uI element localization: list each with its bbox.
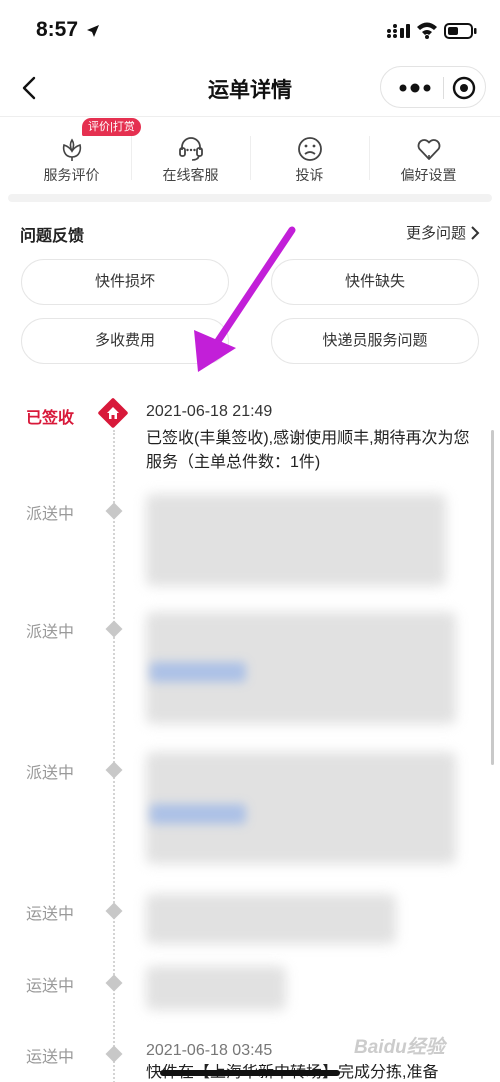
timeline-status: 运送中 xyxy=(26,1049,75,1066)
watermark: Baidu经验 xyxy=(354,1037,445,1058)
timeline-node xyxy=(105,620,123,638)
home-delivered-icon xyxy=(98,398,128,428)
blurred-link xyxy=(150,804,246,824)
scrollbar[interactable] xyxy=(491,430,494,765)
event-time: 2021-06-18 21:49 xyxy=(146,403,273,420)
service-rating-button[interactable]: 评价|打赏 服务评价 xyxy=(12,118,141,192)
home-indicator xyxy=(160,1070,340,1076)
headset-icon xyxy=(178,137,203,161)
annotation-arrow xyxy=(194,226,296,372)
more-icon[interactable] xyxy=(395,75,435,101)
timeline-status: 派送中 xyxy=(26,765,75,782)
battery-icon xyxy=(444,23,477,39)
more-questions-link[interactable]: 更多问题 xyxy=(406,222,480,243)
service-label: 投诉 xyxy=(295,167,324,183)
service-label: 服务评价 xyxy=(43,167,100,183)
section-divider xyxy=(8,194,492,202)
status-time: 8:57 xyxy=(36,18,79,41)
timeline-node xyxy=(105,761,123,779)
timeline-status: 派送中 xyxy=(26,624,75,641)
timeline-node xyxy=(105,974,123,992)
event-description: 已签收(丰巢签收),感谢使用顺丰,期待再次为您服务（主单总件数：1件) xyxy=(146,430,470,471)
blurred-event xyxy=(146,894,396,944)
service-bar: 评价|打赏 服务评价 在线客服 投诉 偏好设置 xyxy=(12,118,488,192)
cellular-signal-icon xyxy=(387,24,410,38)
complaint-button[interactable]: 投诉 xyxy=(250,118,369,192)
location-arrow-icon xyxy=(87,25,99,37)
timeline-node xyxy=(105,1045,123,1063)
blurred-link xyxy=(150,662,246,682)
status-bar: 8:57 xyxy=(0,0,500,60)
timeline-status: 已签收 xyxy=(26,410,75,427)
preference-settings-button[interactable]: 偏好设置 xyxy=(369,118,488,192)
blurred-event xyxy=(146,494,446,586)
sad-face-icon xyxy=(297,137,322,161)
timeline-node xyxy=(105,502,123,520)
capsule-divider xyxy=(443,77,444,99)
more-questions-label: 更多问题 xyxy=(405,225,466,242)
timeline-node xyxy=(105,902,123,920)
feedback-title: 问题反馈 xyxy=(20,228,85,245)
close-mini-program-icon[interactable] xyxy=(451,75,477,101)
navigation-bar: 运单详情 xyxy=(0,60,500,116)
nav-divider xyxy=(0,116,500,117)
blurred-event xyxy=(146,966,286,1010)
mini-program-capsule xyxy=(380,66,486,108)
timeline-status: 派送中 xyxy=(26,506,75,523)
flower-icon xyxy=(62,138,81,161)
timeline-status: 运送中 xyxy=(26,906,75,923)
chevron-right-icon xyxy=(471,225,480,240)
event-time: 2021-06-18 03:45 xyxy=(146,1042,273,1059)
wifi-icon xyxy=(417,22,437,39)
heart-icon xyxy=(417,139,440,160)
timeline-status: 运送中 xyxy=(26,978,75,995)
service-label: 在线客服 xyxy=(162,167,219,183)
online-support-button[interactable]: 在线客服 xyxy=(131,118,250,192)
service-label: 偏好设置 xyxy=(400,167,457,183)
